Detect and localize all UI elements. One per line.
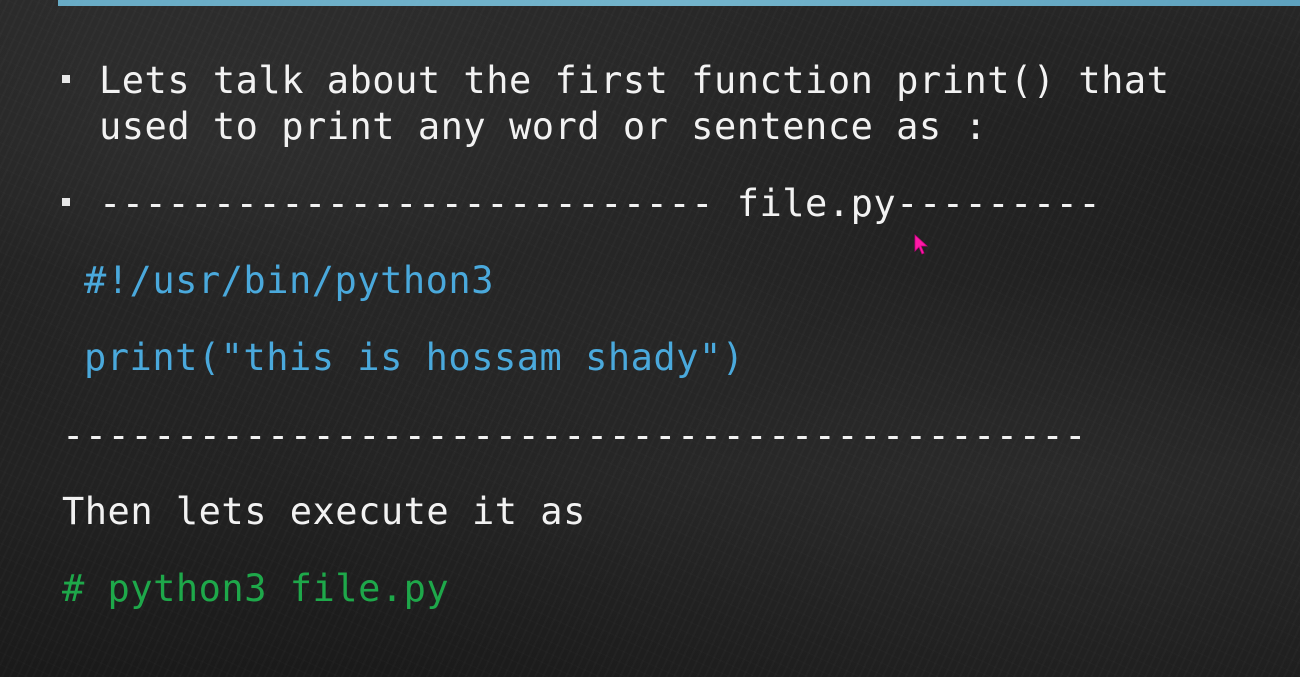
separator-dashes: ----------------------------------------… [62,414,1087,457]
square-bullet-icon [62,198,70,206]
presentation-slide: Lets talk about the first function print… [0,0,1300,677]
mouse-pointer-icon [914,234,929,255]
then-execute-text: Then lets execute it as [62,490,586,533]
terminal-command-line: # python3 file.py [62,567,450,610]
code-print-line: print("this is hossam shady") [84,336,745,379]
file-header-dashes-right: --------- [896,182,1102,225]
file-header-line: --------------------------- file.py-----… [99,181,1101,227]
top-accent-rule [58,0,1300,6]
bullet-1-line-2: used to print any word or sentence as : [99,105,988,148]
file-header-filename: file.py [736,182,897,225]
square-bullet-icon [62,75,70,83]
file-header-dashes-left: --------------------------- [99,182,714,225]
bullet-1-line-1: Lets talk about the first function print… [99,59,1170,102]
code-shebang-line: #!/usr/bin/python3 [84,259,494,302]
